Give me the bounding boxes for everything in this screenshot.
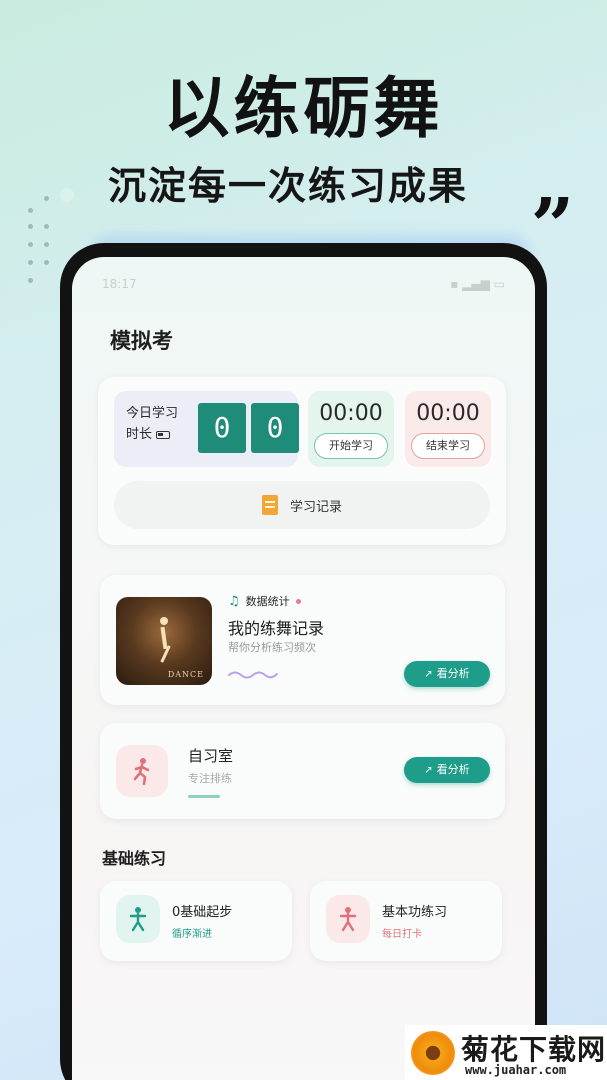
end-timer-value: 00:00 [416, 401, 480, 426]
standing-figure-icon [129, 907, 147, 932]
basic-item-beginner[interactable]: 0基础起步 循序渐进 [100, 881, 292, 961]
basic-item-fundamentals[interactable]: 基本功练习 每日打卡 [310, 881, 502, 961]
end-study-button[interactable]: 结束学习 [411, 433, 485, 459]
today-duration-box: 今日学习时长 0 0 [114, 391, 299, 467]
document-icon [261, 495, 278, 515]
study-room-card[interactable]: 自习室 专注排练 ↗ 看分析 [100, 723, 505, 819]
stats-tag: ♫ 数据统计 [228, 593, 301, 609]
notification-dot [295, 598, 301, 604]
phone-frame: 18:17 ▪ ▂▄▆ ▭ 模拟考 今日学习时长 0 0 00:00 开始学习 … [60, 243, 547, 1080]
study-room-icon-tile [116, 745, 168, 797]
dance-thumbnail: DANCE [116, 597, 212, 685]
today-study-card: 今日学习时长 0 0 00:00 开始学习 00:00 结束学习 学习记录 [98, 377, 506, 545]
dancer-figure-icon [156, 617, 172, 665]
beginner-icon-tile [116, 895, 160, 943]
watermark-url: www.juahar.com [465, 1063, 567, 1077]
trend-up-icon: ↗ [424, 765, 433, 776]
quote-mark-icon: „ [532, 138, 576, 227]
start-timer-value: 00:00 [319, 401, 383, 426]
fundamentals-icon-tile [326, 895, 370, 943]
study-room-subtitle: 专注排练 [188, 772, 232, 785]
end-timer-box: 00:00 结束学习 [405, 391, 491, 467]
promo-title: 以练砺舞 [163, 70, 444, 147]
study-record-button[interactable]: 学习记录 [114, 481, 490, 529]
dance-analyze-button[interactable]: ↗ 看分析 [404, 661, 490, 687]
status-icons: ▪ ▂▄▆ ▭ [450, 277, 505, 291]
wave-decoration-icon [228, 671, 278, 679]
app-screen: 18:17 ▪ ▂▄▆ ▭ 模拟考 今日学习时长 0 0 00:00 开始学习 … [72, 257, 535, 1080]
running-figure-icon [133, 758, 150, 785]
dance-record-subtitle: 帮你分析练习频次 [228, 641, 316, 654]
promo-subtitle: 沉淀每一次练习成果 [108, 164, 469, 208]
duration-digit: 0 [198, 403, 246, 453]
dance-thumbnail-word: DANCE [167, 670, 204, 679]
basic-item-title: 0基础起步 [172, 905, 233, 920]
stats-tag-label: 数据统计 [245, 595, 290, 608]
dance-record-card[interactable]: DANCE ♫ 数据统计 我的练舞记录 帮你分析练习频次 ↗ 看分析 [100, 575, 505, 705]
study-analyze-button[interactable]: ↗ 看分析 [404, 757, 490, 783]
basic-item-title: 基本功练习 [382, 905, 448, 920]
trend-up-icon: ↗ [424, 669, 433, 680]
study-room-title: 自习室 [188, 747, 234, 765]
chrysanthemum-logo-icon [411, 1031, 455, 1075]
battery-icon [156, 430, 171, 439]
study-room-underline [188, 795, 220, 798]
dance-record-title: 我的练舞记录 [228, 619, 325, 638]
status-time: 18:17 [102, 277, 137, 291]
today-duration-label: 今日学习时长 [126, 406, 179, 442]
standing-figure-icon [339, 907, 357, 932]
basic-section-title: 基础练习 [102, 849, 167, 868]
watermark-text: 菊花下载网 [461, 1033, 607, 1066]
start-timer-box: 00:00 开始学习 [308, 391, 394, 467]
study-record-label: 学习记录 [289, 499, 342, 515]
start-study-button[interactable]: 开始学习 [314, 433, 388, 459]
music-note-icon: ♫ [228, 593, 240, 609]
page-title: 模拟考 [110, 329, 173, 353]
site-watermark: 菊花下载网 www.juahar.com [405, 1025, 607, 1080]
status-bar: 18:17 ▪ ▂▄▆ ▭ [102, 277, 505, 291]
basic-item-subtitle: 每日打卡 [382, 929, 422, 940]
duration-digit: 0 [251, 403, 299, 453]
sparkle-decoration [60, 188, 74, 202]
basic-item-subtitle: 循序渐进 [172, 929, 212, 940]
